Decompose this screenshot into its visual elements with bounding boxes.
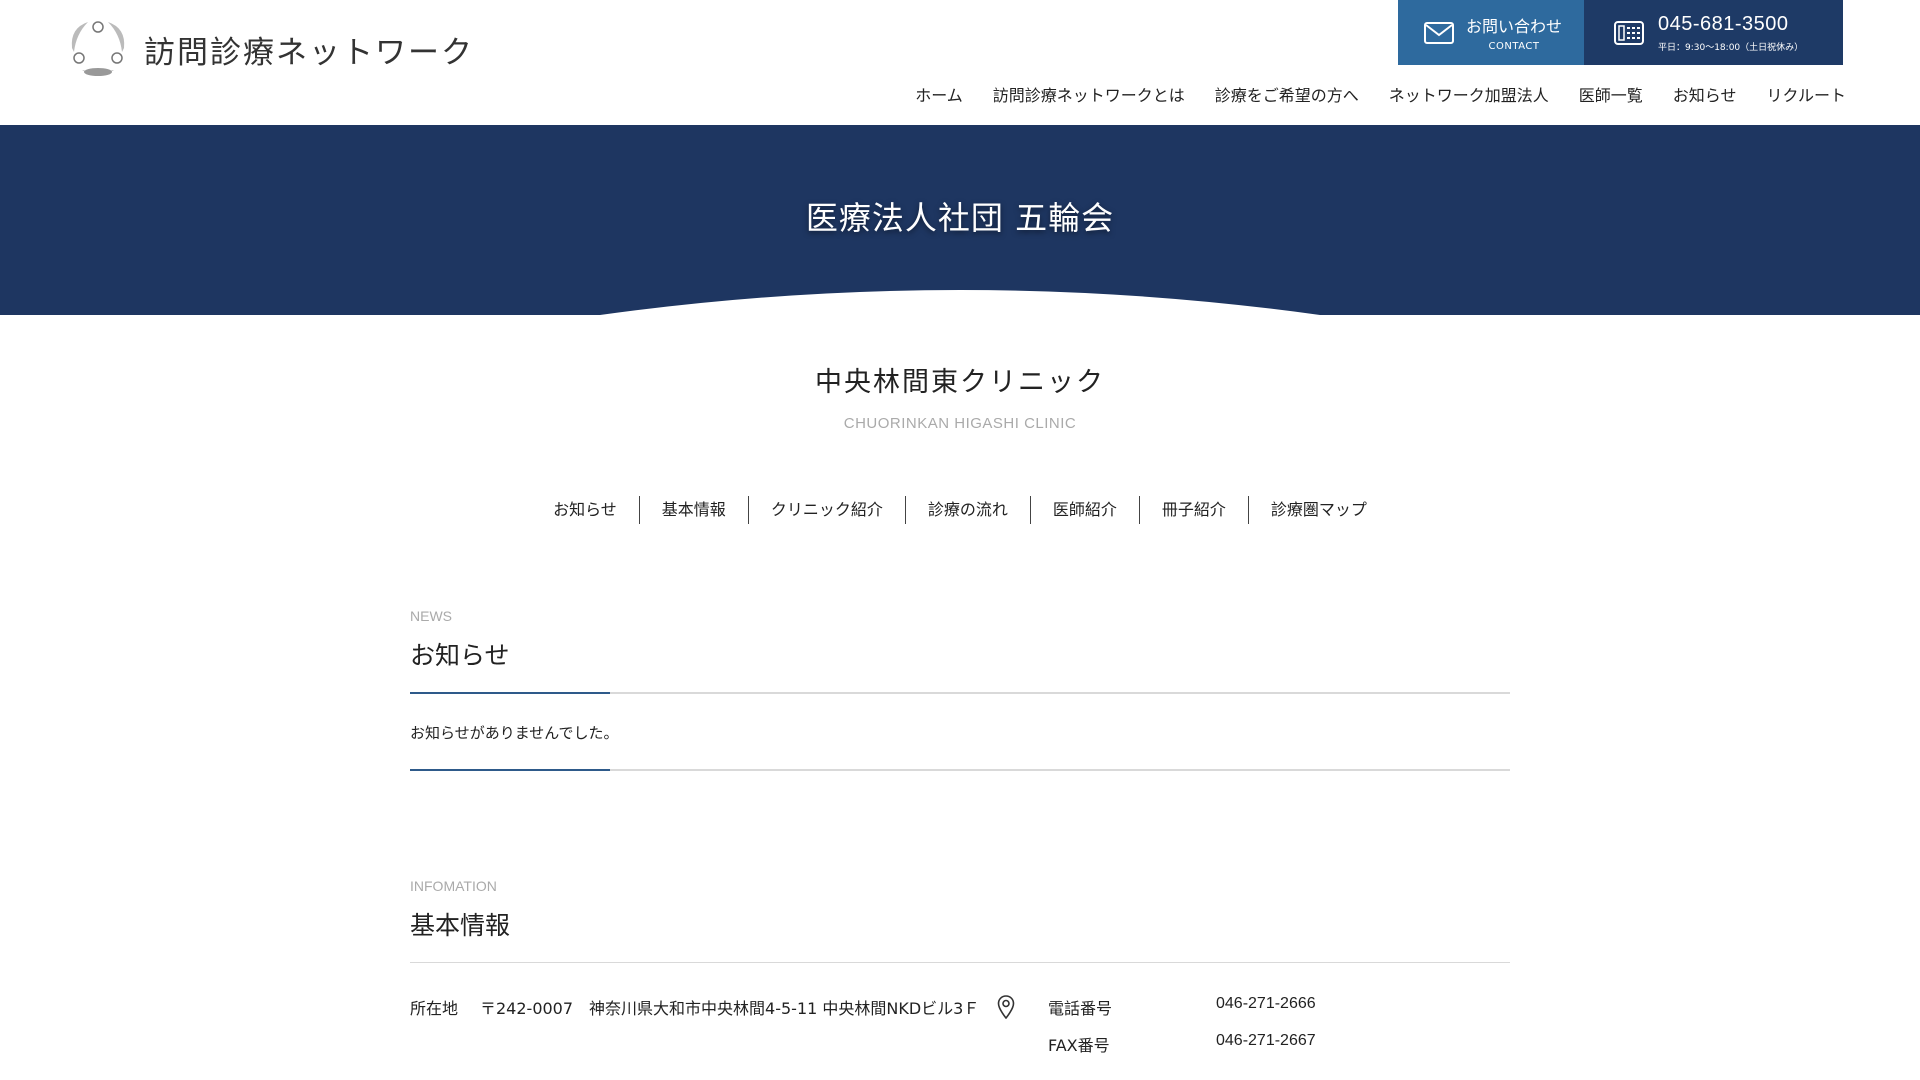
clinic-name-en: CHUORINKAN HIGASHI CLINIC bbox=[843, 415, 1077, 432]
logo-text: 訪問診療ネットワーク bbox=[144, 34, 474, 71]
news-title: お知らせ bbox=[410, 641, 510, 670]
clinic-subnav: お知らせ 基本情報 クリニック紹介 診療の流れ 医師紹介 冊子紹介 診療圏マップ bbox=[0, 496, 1920, 524]
nav-news[interactable]: お知らせ bbox=[1673, 82, 1737, 106]
global-nav: ホーム 訪問診療ネットワークとは 診療をご希望の方へ ネットワーク加盟法人 医師… bbox=[915, 82, 1846, 106]
subnav-booklet[interactable]: 冊子紹介 bbox=[1138, 496, 1248, 524]
news-section: NEWS お知らせ お知らせがありませんでした。 bbox=[410, 608, 1510, 771]
contact-button[interactable]: お問い合わせ CONTACT bbox=[1398, 0, 1584, 65]
nav-recruit[interactable]: リクルート bbox=[1766, 82, 1846, 106]
info-row-tel: 電話番号 046-271-2666 bbox=[1048, 995, 1316, 1032]
logo-mark-icon bbox=[71, 21, 125, 76]
info-section: INFOMATION 基本情報 bbox=[410, 878, 1510, 963]
info-key: FAX番号 bbox=[1048, 1036, 1110, 1055]
info-value: 046-271-2666 bbox=[1216, 995, 1316, 1012]
hero-banner: 医療法人社団 五輪会 bbox=[0, 125, 1920, 315]
news-rule-top bbox=[410, 692, 1510, 694]
subnav-flow[interactable]: 診療の流れ bbox=[904, 496, 1030, 524]
subnav-clinic-intro[interactable]: クリニック紹介 bbox=[747, 496, 905, 524]
subnav-basic-info[interactable]: 基本情報 bbox=[638, 496, 748, 524]
info-value: 046-271-2667 bbox=[1216, 1032, 1316, 1049]
map-pin-icon[interactable] bbox=[997, 995, 1015, 1019]
address-value: 〒242-0007 神奈川県大和市中央林間4-5-11 中央林間NKDビル3Ｆ bbox=[480, 999, 980, 1018]
site-header: 訪問診療ネットワーク お問い合わせ CONTACT 045-681-3500 平… bbox=[0, 0, 1920, 125]
nav-doctors[interactable]: 医師一覧 bbox=[1579, 82, 1643, 106]
subnav-map[interactable]: 診療圏マップ bbox=[1247, 496, 1389, 524]
address-row: 所在地 〒242-0007 神奈川県大和市中央林間4-5-11 中央林間NKDビ… bbox=[410, 995, 1015, 1019]
news-en-label: NEWS bbox=[410, 608, 452, 624]
site-logo[interactable]: 訪問診療ネットワーク bbox=[68, 18, 474, 80]
news-rule-bottom bbox=[410, 769, 1510, 771]
phone-icon bbox=[1614, 20, 1644, 45]
contact-info-table: 電話番号 046-271-2666 FAX番号 046-271-2667 bbox=[1048, 995, 1316, 1069]
info-key: 電話番号 bbox=[1048, 999, 1113, 1018]
info-en-label: INFOMATION bbox=[410, 878, 497, 894]
tel-button[interactable]: 045-681-3500 平日：9:30〜18:00（土日祝休み） bbox=[1584, 0, 1843, 65]
nav-member-corps[interactable]: ネットワーク加盟法人 bbox=[1389, 82, 1549, 106]
subnav-news[interactable]: お知らせ bbox=[531, 496, 639, 524]
contact-label: お問い合わせ bbox=[1466, 17, 1563, 36]
hero-curve bbox=[600, 290, 1320, 315]
info-title: 基本情報 bbox=[410, 911, 511, 940]
info-rule bbox=[410, 962, 1510, 963]
info-row-fax: FAX番号 046-271-2667 bbox=[1048, 1032, 1316, 1069]
tel-hours: 平日：9:30〜18:00（土日祝休み） bbox=[1658, 42, 1804, 53]
address-label: 所在地 bbox=[410, 999, 459, 1018]
nav-for-patients[interactable]: 診療をご希望の方へ bbox=[1215, 82, 1359, 106]
news-empty-message: お知らせがありませんでした。 bbox=[410, 724, 619, 742]
clinic-name: 中央林間東クリニック bbox=[815, 367, 1105, 398]
nav-home[interactable]: ホーム bbox=[915, 82, 963, 106]
nav-about[interactable]: 訪問診療ネットワークとは bbox=[993, 82, 1185, 106]
tel-number: 045-681-3500 bbox=[1658, 12, 1789, 35]
page-title: 医療法人社団 五輪会 bbox=[805, 199, 1115, 237]
mail-icon bbox=[1424, 21, 1454, 44]
subnav-doctors[interactable]: 医師紹介 bbox=[1029, 496, 1139, 524]
contact-sub: CONTACT bbox=[1488, 41, 1540, 52]
